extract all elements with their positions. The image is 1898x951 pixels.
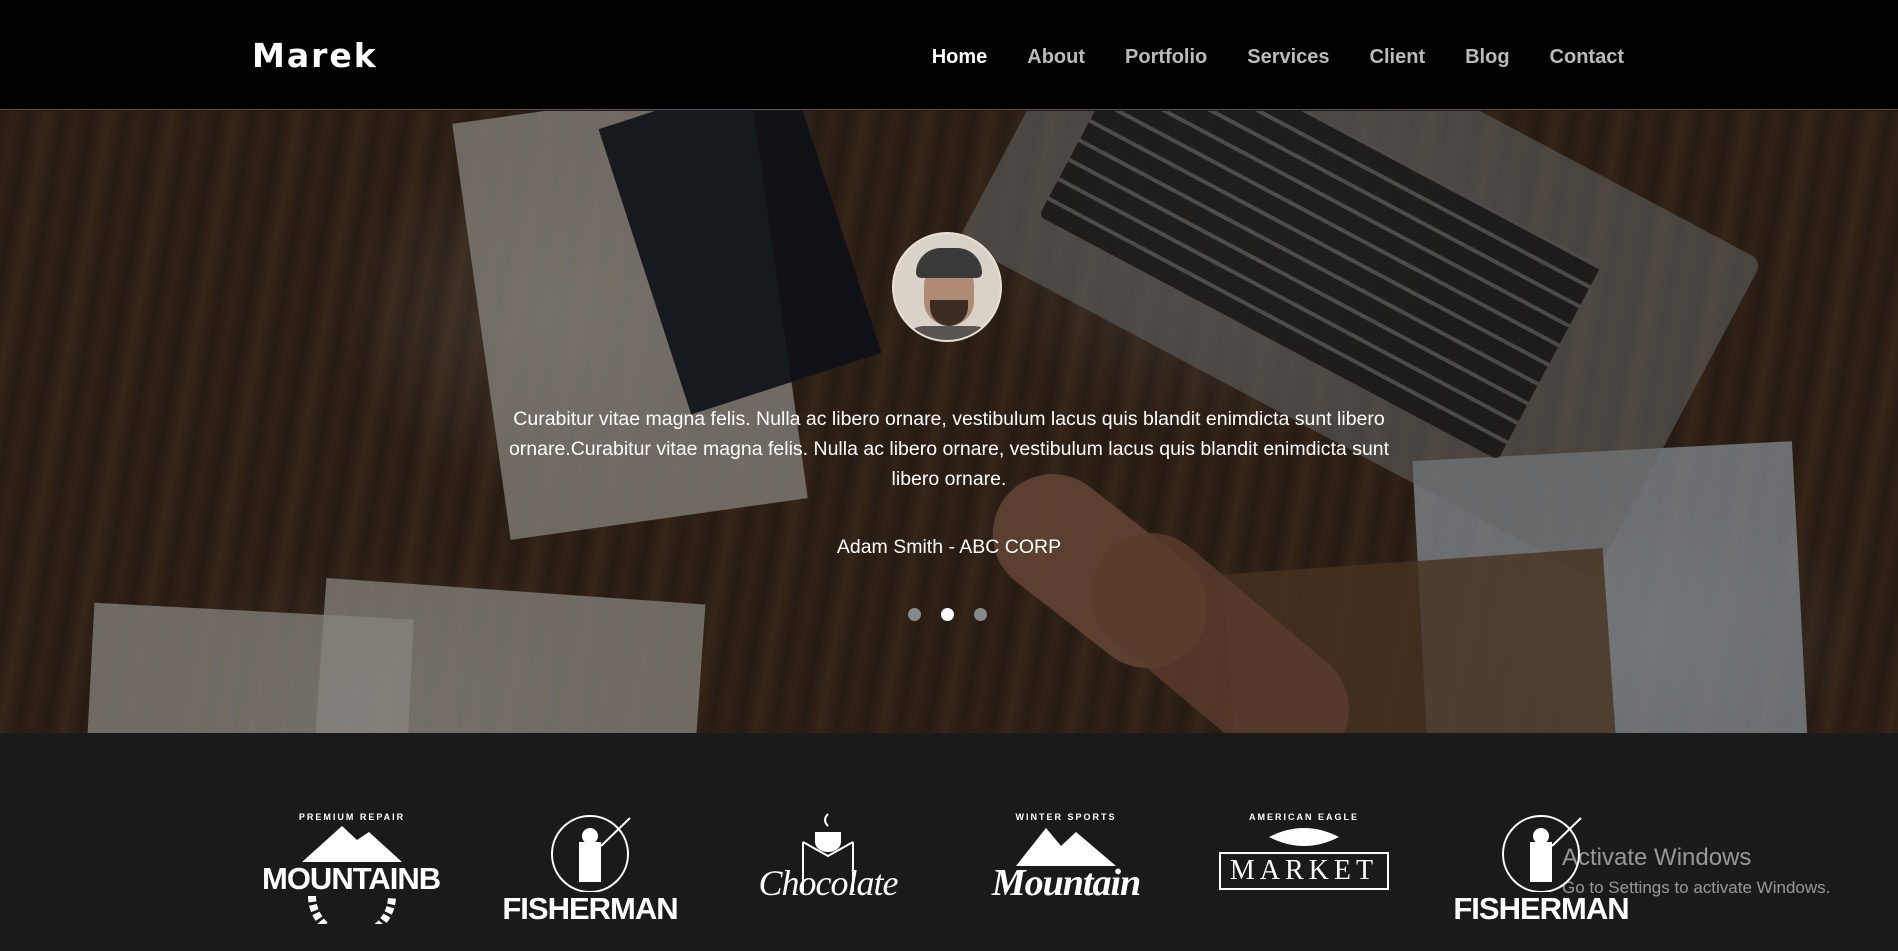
client-logo-name: MOUNTAINBIKE — [262, 861, 442, 896]
client-logo-chocolate[interactable]: Chocolate — [738, 812, 918, 951]
nav-services[interactable]: Services — [1247, 46, 1329, 69]
client-logo-top-text: AMERICAN EAGLE — [1248, 812, 1359, 822]
mountain-gear-icon — [302, 826, 402, 862]
client-logo-name: Mountain — [991, 862, 1141, 904]
testimonial-avatar — [892, 232, 1002, 342]
client-logo-name: FISHERMAN — [502, 891, 678, 926]
client-logo-mountainbike[interactable]: PREMIUM REPAIR MOUNTAINBIKE — [262, 812, 442, 951]
nav-blog[interactable]: Blog — [1465, 46, 1509, 69]
nav-contact[interactable]: Contact — [1550, 46, 1624, 69]
client-logo-top-text: PREMIUM REPAIR — [298, 812, 406, 822]
watermark-subtitle: Go to Settings to activate Windows. — [1562, 878, 1831, 897]
fisherman-icon — [551, 815, 631, 892]
windows-activation-watermark: Activate Windows Go to Settings to activ… — [1562, 844, 1830, 898]
testimonial-quote: Curabitur vitae magna felis. Nulla ac li… — [508, 408, 1390, 490]
slider-dot-1[interactable] — [908, 608, 921, 621]
main-nav: Home About Portfolio Services Client Blo… — [932, 46, 1624, 69]
watermark-title: Activate Windows — [1562, 844, 1752, 871]
client-logo-top-text: WINTER SPORTS — [1015, 812, 1117, 822]
slider-dot-3[interactable] — [974, 608, 987, 621]
gear-icon — [308, 896, 396, 924]
client-logo-name: MARKET — [1219, 852, 1389, 890]
nav-about[interactable]: About — [1027, 46, 1085, 69]
site-header: Marek Home About Portfolio Services Clie… — [0, 0, 1898, 110]
testimonial-author: Adam Smith - ABC CORP — [836, 536, 1062, 558]
mountain-peaks-icon — [1016, 828, 1116, 866]
client-logo-mountain[interactable]: WINTER SPORTS Mountain — [976, 812, 1156, 951]
fish-icon — [1269, 828, 1339, 846]
client-logo-market[interactable]: AMERICAN EAGLE MARKET — [1214, 812, 1394, 951]
nav-client[interactable]: Client — [1370, 46, 1426, 69]
slider-dot-2[interactable] — [941, 608, 954, 621]
nav-home[interactable]: Home — [932, 46, 988, 69]
slider-dots — [908, 608, 987, 621]
nav-portfolio[interactable]: Portfolio — [1125, 46, 1207, 69]
client-logo-name: Chocolate — [758, 863, 899, 903]
client-logo-fisherman-1[interactable]: FISHERMAN — [500, 812, 680, 951]
site-logo[interactable]: Marek — [252, 36, 378, 75]
